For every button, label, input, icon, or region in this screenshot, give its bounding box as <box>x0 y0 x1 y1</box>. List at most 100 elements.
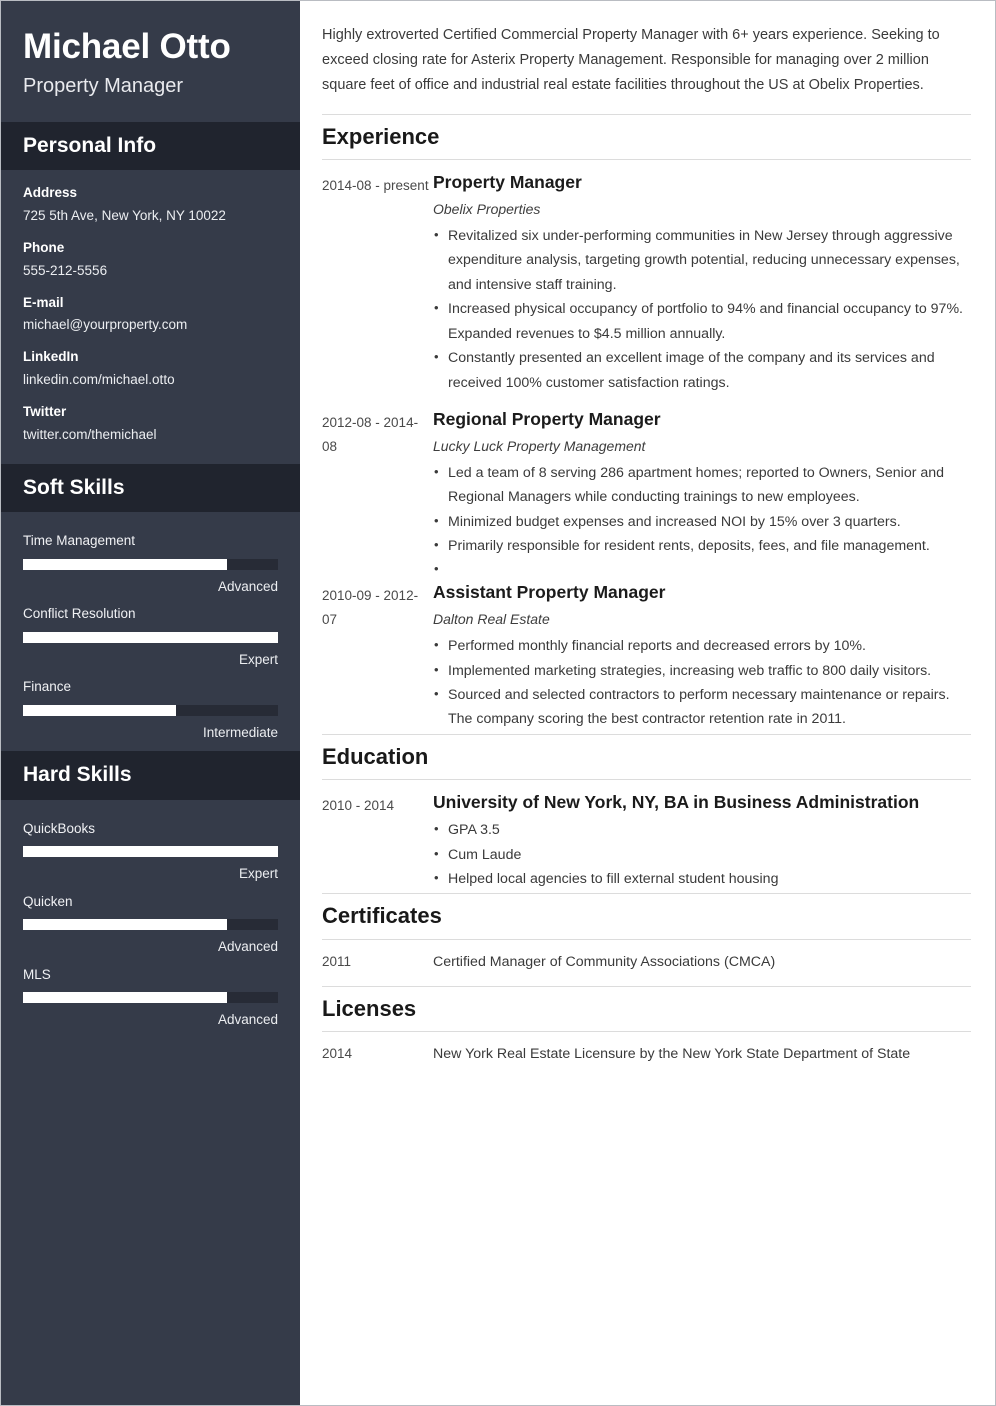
bullet-item <box>433 558 971 580</box>
bullet-item: Implemented marketing strategies, increa… <box>433 659 971 683</box>
skill-bar-fill <box>23 558 227 570</box>
entry-title: Regional Property Manager <box>433 408 661 429</box>
contact-value[interactable]: 555-212-5556 <box>23 261 278 280</box>
contact-value[interactable]: twitter.com/themichael <box>23 425 278 444</box>
section-certificates: Certificates 2011 Certified Manager of C… <box>322 893 971 985</box>
entry-body: Regional Property Manager Lucky Luck Pro… <box>433 408 971 581</box>
skill-bar-track <box>23 558 278 570</box>
entry-date: 2012-08 - 2014-08 <box>322 414 419 454</box>
personal-info-heading: Personal Info <box>23 134 157 158</box>
entry-title: Property Manager <box>433 172 582 193</box>
contact-value: 725 5th Ave, New York, NY 10022 <box>23 207 226 223</box>
bullet-item: Led a team of 8 serving 286 apartment ho… <box>433 461 971 510</box>
contact-label: Address <box>23 185 78 201</box>
entry-company: Obelix Properties <box>433 201 541 218</box>
skill-bar-fill <box>23 919 227 931</box>
contact-item-linkedin: LinkedIn linkedin.com/michael.otto <box>23 348 278 389</box>
soft-skills-heading: Soft Skills <box>23 475 125 499</box>
hard-skills-list: QuickBooks Expert Quicken Advanced MLS A… <box>1 800 300 1039</box>
skill-name: Finance <box>23 679 72 695</box>
license-row: 2014 New York Real Estate Licensure by t… <box>322 1032 971 1078</box>
certificate-text: Certified Manager of Community Associati… <box>433 953 776 970</box>
contact-item-email: E-mail michael@yourproperty.com <box>23 294 278 335</box>
candidate-name: Michael Otto <box>23 27 231 66</box>
entry-date: 2010 - 2014 <box>322 798 395 814</box>
entry-title: University of New York, NY, BA in Busine… <box>433 792 920 813</box>
section-licenses: Licenses 2014 New York Real Estate Licen… <box>322 985 971 1078</box>
personal-info-list: Address 725 5th Ave, New York, NY 10022 … <box>1 170 300 464</box>
education-heading: Education <box>322 733 971 781</box>
bullet-item: Primarily responsible for resident rents… <box>433 534 971 558</box>
section-band-personal-info: Personal Info <box>1 122 300 171</box>
entry-body: Property Manager Obelix Properties Revit… <box>433 172 971 395</box>
entry-date: 2014-08 - present <box>322 178 429 194</box>
resume-page: Michael Otto Property Manager Personal I… <box>0 0 996 1406</box>
skill-name: Quicken <box>23 893 73 909</box>
bullet-item: Constantly presented an excellent image … <box>433 346 971 395</box>
section-band-soft-skills: Soft Skills <box>1 463 300 513</box>
skill-level: Advanced <box>217 578 278 594</box>
skill-name: QuickBooks <box>23 820 96 836</box>
skill-bar-track <box>23 919 278 931</box>
entry-company: Lucky Luck Property Management <box>433 437 646 454</box>
skill-bar-fill <box>23 631 278 643</box>
bullet-item: Helped local agencies to fill external s… <box>433 867 971 891</box>
entry-bullets: Revitalized six under-performing communi… <box>433 224 971 395</box>
education-entry: 2010 - 2014 University of New York, NY, … <box>322 780 971 893</box>
section-education: Education 2010 - 2014 University of New … <box>322 733 971 894</box>
bullet-item: Increased physical occupancy of portfoli… <box>433 297 971 346</box>
skill-bar-track <box>23 846 278 858</box>
skill-item: QuickBooks Expert <box>23 814 278 887</box>
skill-level: Advanced <box>217 939 278 955</box>
licenses-heading: Licenses <box>322 985 971 1033</box>
skill-bar-fill <box>23 846 278 858</box>
skill-level: Intermediate <box>202 724 278 740</box>
skill-bar-track <box>23 992 278 1004</box>
skill-item: Conflict Resolution Expert <box>23 599 278 672</box>
entry-body: Assistant Property Manager Dalton Real E… <box>433 582 971 731</box>
entry-title: Assistant Property Manager <box>433 582 666 603</box>
skill-name: Conflict Resolution <box>23 606 136 622</box>
skill-name: Time Management <box>23 533 136 549</box>
experience-entry: 2014-08 - present Property Manager Obeli… <box>322 160 971 397</box>
skill-bar-track <box>23 631 278 643</box>
hard-skills-heading: Hard Skills <box>23 763 132 787</box>
contact-item-twitter: Twitter twitter.com/themichael <box>23 403 278 444</box>
soft-skills-list: Time Management Advanced Conflict Resolu… <box>1 512 300 751</box>
skill-item: Quicken Advanced <box>23 887 278 960</box>
experience-entry: 2010-09 - 2012-07 Assistant Property Man… <box>322 570 971 733</box>
contact-value[interactable]: michael@yourproperty.com <box>23 315 278 334</box>
entry-date: 2010-09 - 2012-07 <box>322 588 419 627</box>
skill-level: Expert <box>238 866 278 882</box>
professional-summary: Highly extroverted Certified Commercial … <box>322 27 940 93</box>
skill-item: MLS Advanced <box>23 960 278 1033</box>
bullet-item: Sourced and selected contractors to perf… <box>433 683 971 732</box>
candidate-job-title: Property Manager <box>23 75 184 98</box>
section-band-hard-skills: Hard Skills <box>1 751 300 800</box>
entry-bullets: Performed monthly financial reports and … <box>433 634 971 732</box>
bullet-item: Minimized budget expenses and increased … <box>433 510 971 534</box>
certificate-row: 2011 Certified Manager of Community Asso… <box>322 940 971 986</box>
entry-bullets: GPA 3.5Cum LaudeHelped local agencies to… <box>433 818 971 891</box>
skill-bar-track <box>23 704 278 716</box>
entry-bullets: Led a team of 8 serving 286 apartment ho… <box>433 461 971 581</box>
entry-body: University of New York, NY, BA in Busine… <box>433 792 971 891</box>
license-date: 2014 <box>322 1046 353 1062</box>
entry-company: Dalton Real Estate <box>433 611 550 628</box>
skill-name: MLS <box>23 966 51 982</box>
skill-item: Time Management Advanced <box>23 526 278 599</box>
certificate-date: 2011 <box>322 953 352 969</box>
contact-item-address: Address 725 5th Ave, New York, NY 10022 <box>23 184 278 225</box>
contact-value[interactable]: linkedin.com/michael.otto <box>23 370 278 389</box>
skill-level: Expert <box>238 651 278 667</box>
skill-bar-fill <box>23 704 176 716</box>
bullet-item: GPA 3.5 <box>433 818 971 842</box>
skill-bar-fill <box>23 992 227 1004</box>
bullet-item: Revitalized six under-performing communi… <box>433 224 971 297</box>
license-text: New York Real Estate Licensure by the Ne… <box>433 1046 911 1063</box>
contact-label: Phone <box>23 240 65 256</box>
bullet-item: Cum Laude <box>433 843 971 867</box>
sidebar: Michael Otto Property Manager Personal I… <box>1 1 300 1405</box>
contact-label: E-mail <box>23 294 64 310</box>
contact-label: Twitter <box>23 404 67 420</box>
